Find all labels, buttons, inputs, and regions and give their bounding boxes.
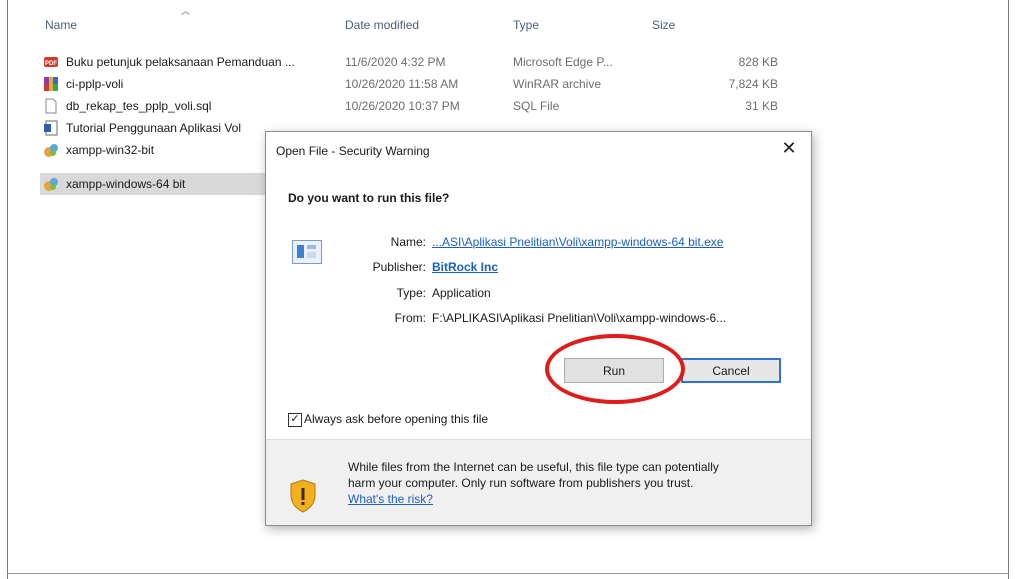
file-name: Tutorial Penggunaan Aplikasi Vol: [66, 121, 242, 135]
file-size: 828 KB: [738, 55, 778, 69]
file-row[interactable]: ci-pplp-voli 10/26/2020 11:58 AM WinRAR …: [40, 73, 778, 95]
file-date: 10/26/2020 11:58 AM: [345, 77, 459, 91]
type-label: Type:: [396, 286, 426, 300]
window-right-border: [1008, 0, 1009, 579]
close-icon[interactable]: ✕: [777, 138, 801, 159]
name-label: Name:: [390, 235, 426, 249]
document-icon: [44, 120, 58, 136]
svg-text:PDF: PDF: [45, 61, 57, 67]
from-label: From:: [394, 311, 426, 325]
always-ask-checkbox[interactable]: ✓: [288, 413, 302, 427]
file-name: xampp-windows-64 bit: [66, 177, 186, 191]
file-path-link[interactable]: ...ASI\Aplikasi Pnelitian\Voli\xampp-win…: [432, 235, 723, 249]
file-name: ci-pplp-voli: [66, 77, 124, 91]
winrar-icon: [44, 77, 58, 91]
always-ask-label[interactable]: Always ask before opening this file: [304, 412, 488, 426]
publisher-link[interactable]: BitRock Inc: [432, 260, 498, 274]
dialog-question: Do you want to run this file?: [288, 191, 450, 205]
cancel-button[interactable]: Cancel: [681, 358, 781, 383]
warning-line-2: harm your computer. Only run software fr…: [348, 476, 694, 490]
file-type: Microsoft Edge P...: [513, 55, 613, 69]
whats-the-risk-link[interactable]: What's the risk?: [348, 491, 798, 507]
file-name: xampp-win32-bit: [66, 143, 155, 157]
column-header-name[interactable]: Name: [45, 18, 77, 32]
pdf-icon: PDF: [44, 57, 58, 67]
warning-line-1: While files from the Internet can be use…: [348, 460, 719, 474]
file-row[interactable]: PDF Buku petunjuk pelaksanaan Pemanduan …: [40, 51, 778, 73]
column-header-size[interactable]: Size: [652, 18, 675, 32]
file-name: db_rekap_tes_pplp_voli.sql: [66, 99, 212, 113]
type-value: Application: [432, 286, 491, 300]
file-type: SQL File: [513, 99, 560, 113]
installer-icon: [44, 144, 58, 157]
warning-panel: While files from the Internet can be use…: [266, 440, 811, 525]
file-size: 7,824 KB: [728, 77, 778, 91]
file-name: Buku petunjuk pelaksanaan Pemanduan ...: [66, 55, 295, 69]
application-icon: [292, 240, 322, 264]
warning-text: While files from the Internet can be use…: [348, 459, 798, 507]
installer-icon: [44, 178, 58, 191]
sort-ascending-icon: ︿: [181, 6, 191, 16]
publisher-label: Publisher:: [372, 260, 426, 274]
file-date: 11/6/2020 4:32 PM: [345, 55, 446, 69]
security-warning-dialog: Open File - Security Warning ✕ Do you wa…: [265, 131, 812, 526]
column-header-date[interactable]: Date modified: [345, 18, 419, 32]
column-header-type[interactable]: Type: [513, 18, 539, 32]
from-value: F:\APLIKASI\Aplikasi Pnelitian\Voli\xamp…: [432, 311, 727, 325]
shield-warning-icon: [290, 479, 316, 513]
file-date: 10/26/2020 10:37 PM: [345, 99, 460, 113]
file-icon: [45, 98, 57, 114]
file-row[interactable]: db_rekap_tes_pplp_voli.sql 10/26/2020 10…: [40, 95, 778, 117]
window-bottom-border: [7, 573, 1009, 574]
file-row-selected[interactable]: xampp-windows-64 bit: [40, 173, 270, 195]
highlight-circle: [545, 334, 685, 404]
file-size: 31 KB: [745, 99, 778, 113]
window-left-border: [7, 0, 8, 579]
file-type: WinRAR archive: [513, 77, 602, 91]
dialog-title: Open File - Security Warning: [276, 144, 430, 158]
